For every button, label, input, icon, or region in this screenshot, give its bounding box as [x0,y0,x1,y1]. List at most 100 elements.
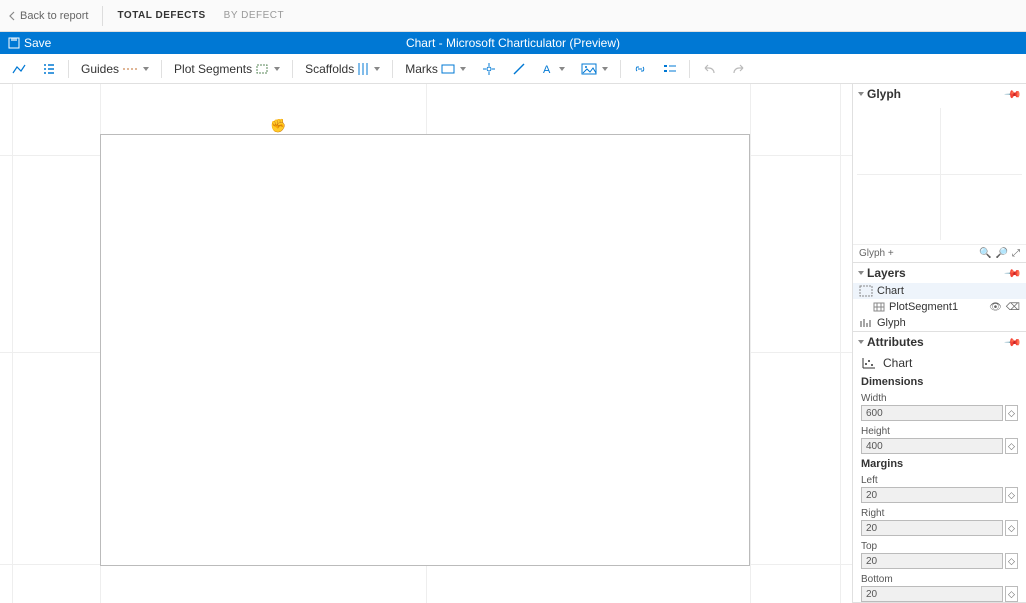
canvas[interactable]: ✊ [0,84,852,603]
margin-top-input[interactable] [861,553,1003,569]
bottom-label: Bottom [853,574,1026,585]
fit-icon[interactable]: ⤢ [1012,248,1020,259]
glyph-panel: Glyph 📌 Glyph + 🔍 🔎 ⤢ [853,84,1026,263]
layers-panel-header[interactable]: Layers 📌 [853,263,1026,283]
layers-panel: Layers 📌 Chart PlotSegment1 👁 ⌫ [853,263,1026,332]
pin-icon[interactable]: 📌 [1004,333,1023,352]
redo-icon [732,63,746,75]
chevron-down-icon [858,92,864,96]
field-action-button[interactable]: ◇ [1005,438,1018,454]
attributes-panel-header[interactable]: Attributes 📌 [853,332,1026,352]
plot-segments-dropdown[interactable]: Plot Segments [168,57,286,81]
canvas-guide [750,84,751,603]
scaffolds-label: Scaffolds [305,62,354,76]
line-tool[interactable] [6,57,32,81]
glyph-title: Glyph [867,87,901,101]
chevron-down-icon [858,271,864,275]
separator [620,60,621,78]
grid-icon [873,302,885,312]
image-icon [581,63,597,75]
attributes-panel: Attributes 📌 Chart Dimensions Width ◇ He… [853,332,1026,603]
chart-frame[interactable] [100,134,750,566]
layer-plotsegment[interactable]: PlotSegment1 👁 ⌫ [853,299,1026,315]
scaffold-icon [357,62,369,76]
zoom-out-icon[interactable]: 🔎 [996,248,1008,259]
crumb-by-defect[interactable]: BY DEFECT [224,10,284,21]
pin-icon[interactable]: 📌 [1004,85,1023,104]
width-input[interactable] [861,405,1003,421]
plotsegments-label: Plot Segments [174,62,252,76]
margin-right-input[interactable] [861,520,1003,536]
legend-tool[interactable] [657,57,683,81]
separator [392,60,393,78]
work-area: ✊ Glyph 📌 Glyph + 🔍 🔎 ⤢ [0,84,1026,603]
pin-icon[interactable]: 📌 [1004,264,1023,283]
canvas-guide [840,84,841,603]
grab-cursor-icon: ✊ [270,118,286,134]
layer-label: PlotSegment1 [889,301,958,313]
text-tool[interactable]: A [536,57,571,81]
scatter-icon [861,356,877,370]
crumb-total-defects[interactable]: TOTAL DEFECTS [117,10,205,21]
layer-label: Chart [877,285,904,297]
top-bar: Back to report TOTAL DEFECTS BY DEFECT [0,0,1026,32]
save-button[interactable]: Save [0,36,59,50]
region-icon [255,63,269,75]
height-label: Height [853,426,1026,437]
marks-label: Marks [405,62,438,76]
glyph-footer: Glyph + 🔍 🔎 ⤢ [853,244,1026,262]
separator [161,60,162,78]
glyph-guide [857,174,1022,175]
scaffolds-dropdown[interactable]: Scaffolds [299,57,386,81]
attr-object-header: Chart [853,352,1026,374]
caret-down-icon [559,67,565,71]
separator [292,60,293,78]
margin-bottom-input[interactable] [861,586,1003,602]
caret-down-icon [274,67,280,71]
visibility-icon[interactable]: 👁 [989,302,1002,313]
image-tool[interactable] [575,57,614,81]
list-tool[interactable] [36,57,62,81]
toolbar: Guides Plot Segments Scaffolds Marks A [0,54,1026,84]
left-label: Left [853,475,1026,486]
layer-chart[interactable]: Chart [853,283,1026,299]
separator [68,60,69,78]
height-input[interactable] [861,438,1003,454]
zoom-in-icon[interactable]: 🔍 [979,248,991,259]
undo-icon [702,63,716,75]
list-icon [42,63,56,75]
undo-button[interactable] [696,57,722,81]
glyph-canvas[interactable] [853,104,1026,244]
save-label: Save [24,36,51,50]
legend-icon [663,63,677,75]
title-bar: Save Chart - Microsoft Charticulator (Pr… [0,32,1026,54]
section-margins: Margins [853,456,1026,472]
line-icon [512,62,526,76]
top-label: Top [853,541,1026,552]
symbol-icon [482,62,496,76]
redo-button[interactable] [726,57,752,81]
guide-horizontal-icon [122,64,138,74]
erase-icon[interactable]: ⌫ [1006,302,1020,313]
marks-dropdown[interactable]: Marks [399,57,472,81]
field-action-button[interactable]: ◇ [1005,520,1018,536]
symbol-tool[interactable] [476,57,502,81]
glyph-foot-label: Glyph [859,248,885,259]
margin-left-input[interactable] [861,487,1003,503]
layer-glyph[interactable]: Glyph [853,315,1026,331]
field-action-button[interactable]: ◇ [1005,487,1018,503]
guides-dropdown[interactable]: Guides [75,57,155,81]
back-to-report[interactable]: Back to report [8,6,103,26]
add-glyph-button[interactable]: + [888,248,894,259]
link-tool[interactable] [627,57,653,81]
width-label: Width [853,393,1026,404]
attributes-title: Attributes [867,335,924,349]
canvas-guide [12,84,13,603]
field-action-button[interactable]: ◇ [1005,586,1018,602]
chevron-left-icon [8,11,16,21]
glyph-panel-header[interactable]: Glyph 📌 [853,84,1026,104]
caret-down-icon [143,67,149,71]
field-action-button[interactable]: ◇ [1005,553,1018,569]
line-mark-tool[interactable] [506,57,532,81]
field-action-button[interactable]: ◇ [1005,405,1018,421]
